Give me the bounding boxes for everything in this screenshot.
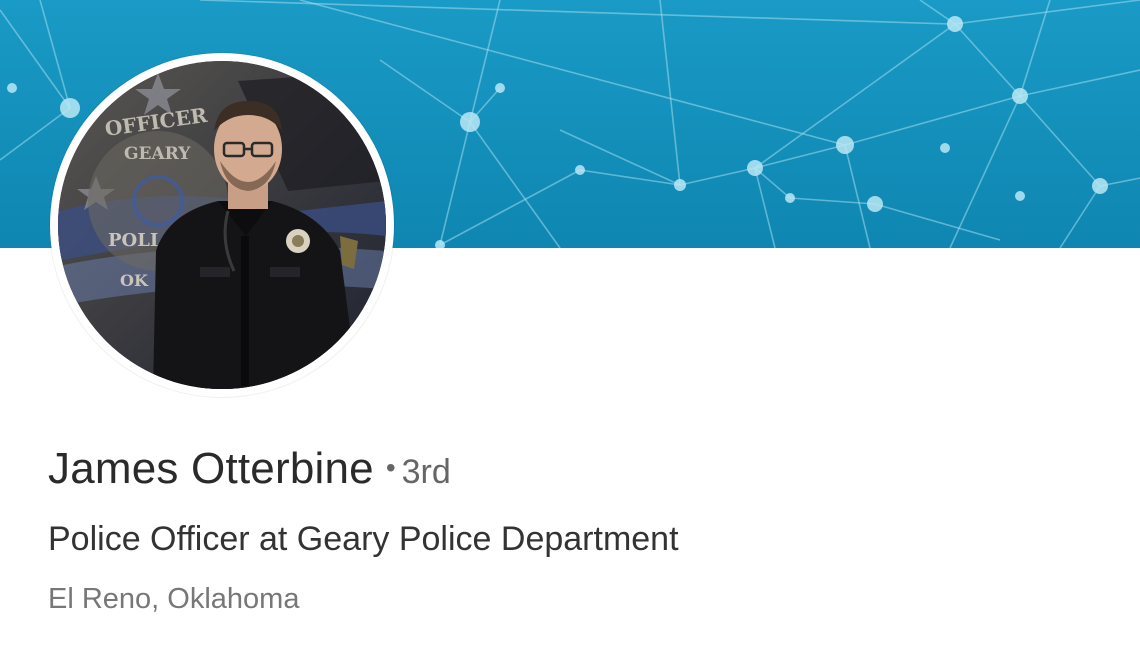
connection-separator: • <box>385 452 396 483</box>
svg-text:OK: OK <box>120 271 149 290</box>
svg-text:POLI: POLI <box>108 230 158 251</box>
police-officer-photo-icon: OFFICER GEARY POLI OK <box>58 61 386 389</box>
profile-name[interactable]: James Otterbine <box>48 444 374 493</box>
profile-photo-image[interactable]: OFFICER GEARY POLI OK <box>58 61 386 389</box>
connection-degree-badge: 3rd <box>401 453 451 491</box>
profile-name-line: James Otterbine • 3rd <box>48 444 451 500</box>
profile-location: El Reno, Oklahoma <box>48 583 300 615</box>
profile-headline: Police Officer at Geary Police Departmen… <box>48 520 679 558</box>
profile-photo[interactable]: OFFICER GEARY POLI OK <box>50 53 394 397</box>
profile-card: OFFICER GEARY POLI OK James Otterbine • … <box>0 0 1140 646</box>
svg-text:GEARY: GEARY <box>124 144 191 164</box>
